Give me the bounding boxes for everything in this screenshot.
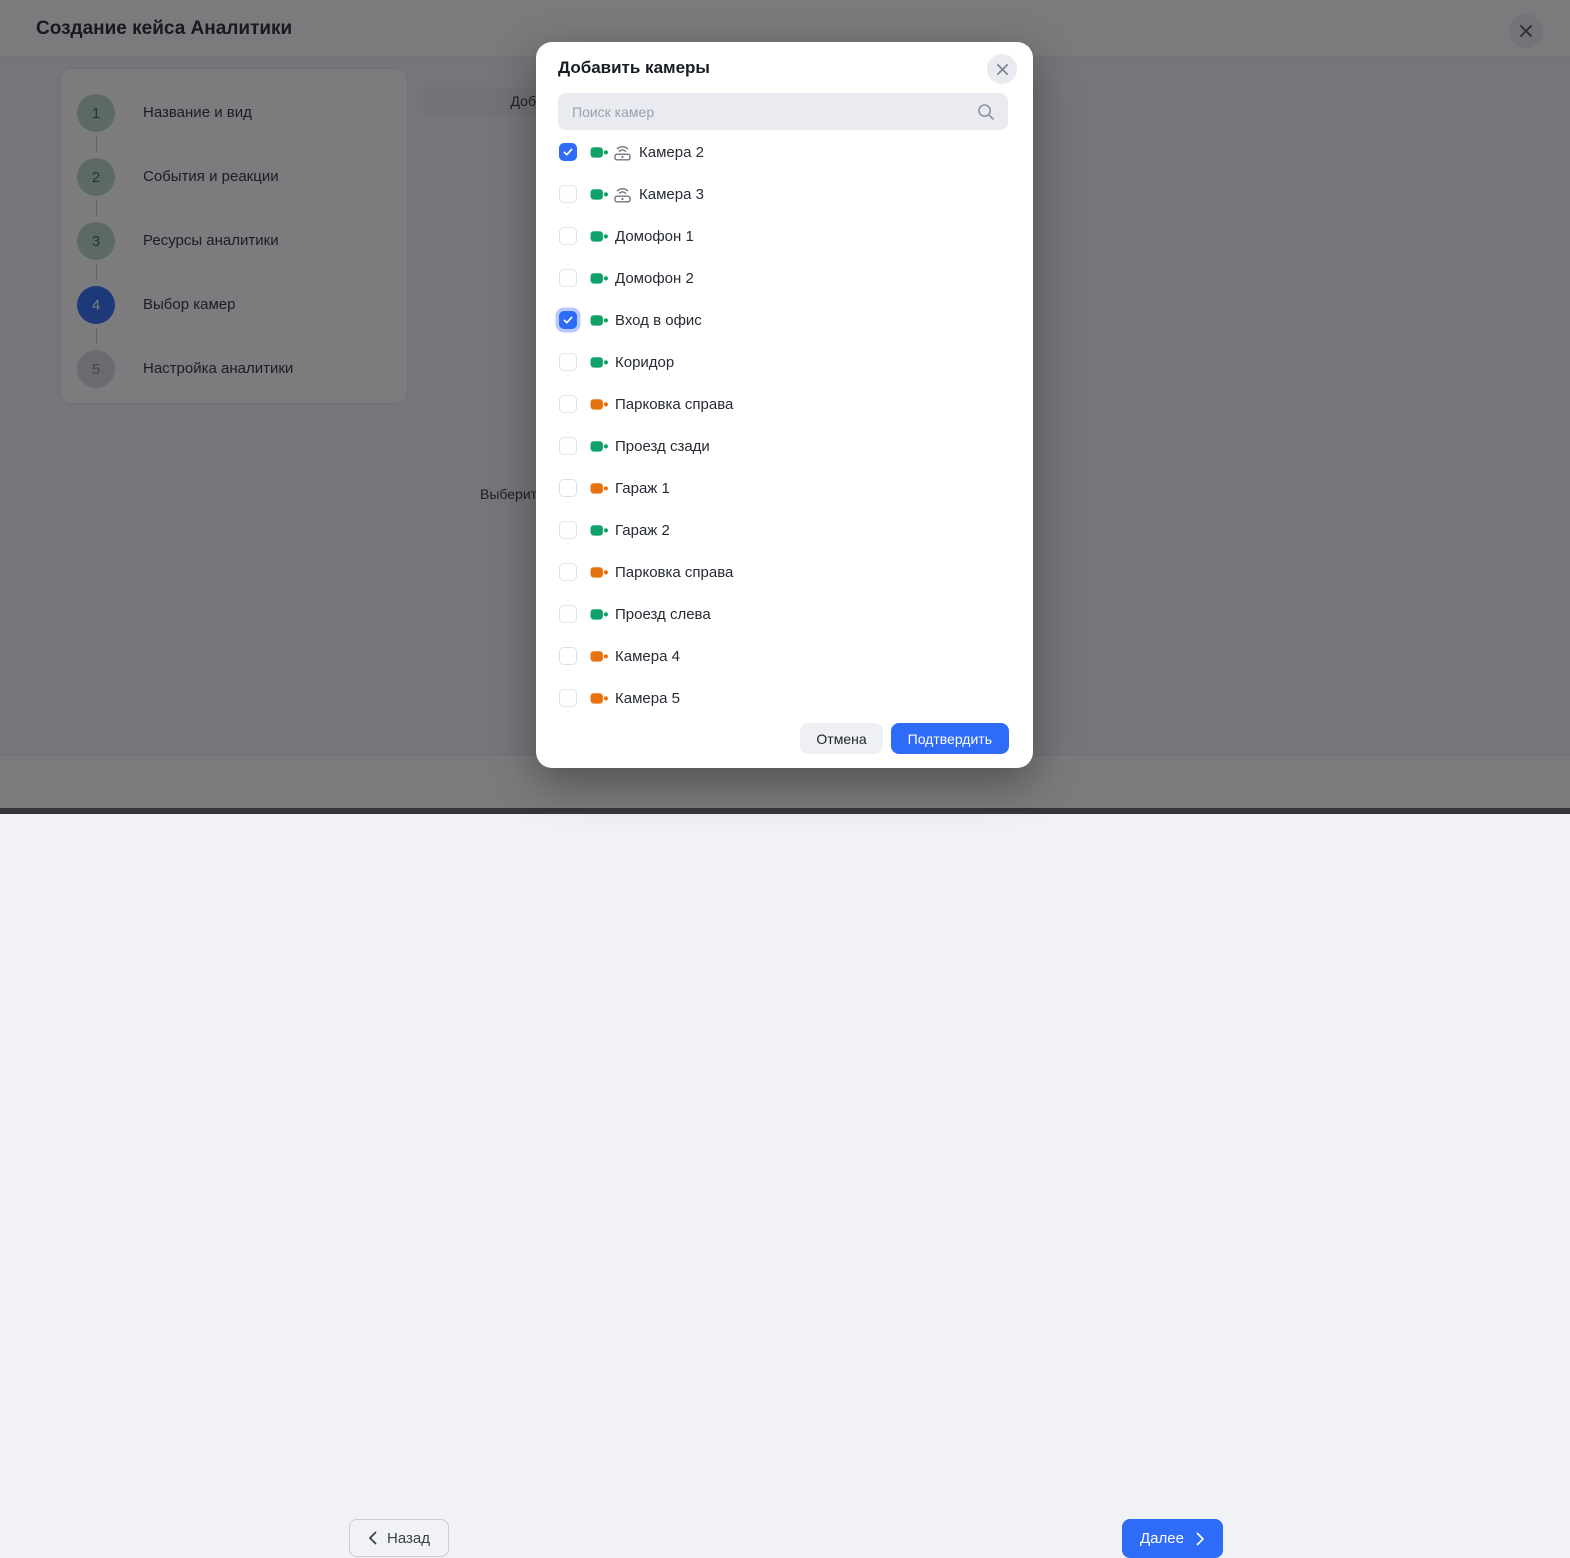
camera-status-icon — [590, 649, 608, 664]
camera-checkbox[interactable] — [559, 437, 577, 455]
camera-name: Парковка справа — [615, 396, 733, 413]
camera-name: Домофон 2 — [615, 270, 694, 287]
camera-list-item[interactable]: Коридор — [536, 341, 1033, 383]
camera-list-item[interactable]: Домофон 1 — [536, 215, 1033, 257]
camera-status-icon — [590, 439, 608, 454]
camera-name: Камера 2 — [639, 144, 704, 161]
camera-status-icon — [590, 229, 608, 244]
camera-list-item[interactable]: Домофон 2 — [536, 257, 1033, 299]
camera-checkbox[interactable] — [559, 647, 577, 665]
cancel-button[interactable]: Отмена — [800, 723, 882, 754]
wireless-device-icon — [613, 186, 632, 203]
camera-status-icon — [590, 481, 608, 496]
modal-close-button[interactable] — [987, 54, 1017, 84]
search-icon — [976, 102, 996, 122]
camera-list-item[interactable]: Камера 4 — [536, 635, 1033, 677]
camera-list-item[interactable]: Парковка справа — [536, 383, 1033, 425]
camera-status-icon — [590, 607, 608, 622]
camera-list-item[interactable]: Гараж 1 — [536, 467, 1033, 509]
camera-checkbox[interactable] — [559, 521, 577, 539]
close-icon — [996, 63, 1009, 76]
camera-status-icon — [590, 355, 608, 370]
camera-list-item[interactable]: Парковка справа — [536, 551, 1033, 593]
camera-status-icon — [590, 271, 608, 286]
camera-checkbox[interactable] — [559, 269, 577, 287]
camera-checkbox[interactable] — [559, 563, 577, 581]
camera-checkbox[interactable] — [559, 479, 577, 497]
camera-checkbox[interactable] — [559, 353, 577, 371]
camera-name: Вход в офис — [615, 312, 702, 329]
camera-status-icon — [590, 565, 608, 580]
camera-checkbox[interactable] — [559, 227, 577, 245]
camera-name: Камера 3 — [639, 186, 704, 203]
camera-checkbox[interactable] — [559, 143, 577, 161]
next-button[interactable]: Далее — [1122, 1519, 1223, 1558]
add-cameras-modal: Добавить камеры Камера 2 — [536, 42, 1033, 768]
camera-checkbox[interactable] — [559, 605, 577, 623]
camera-status-icon — [590, 523, 608, 538]
camera-list: Камера 2 Камера 3 Домофон 1 — [536, 131, 1033, 719]
camera-search — [558, 93, 1008, 130]
camera-checkbox[interactable] — [559, 311, 577, 329]
chevron-left-icon — [368, 1531, 377, 1545]
camera-name: Парковка справа — [615, 564, 733, 581]
camera-list-item[interactable]: Камера 3 — [536, 173, 1033, 215]
camera-status-icon — [590, 145, 608, 160]
camera-name: Коридор — [615, 354, 674, 371]
camera-list-item[interactable]: Гараж 2 — [536, 509, 1033, 551]
camera-name: Камера 5 — [615, 690, 680, 707]
camera-status-icon — [590, 691, 608, 706]
camera-list-item[interactable]: Камера 5 — [536, 677, 1033, 719]
camera-name: Гараж 1 — [615, 480, 670, 497]
chevron-right-icon — [1196, 1532, 1205, 1546]
back-button[interactable]: Назад — [349, 1519, 449, 1557]
camera-name: Проезд сзади — [615, 438, 710, 455]
camera-list-item[interactable]: Проезд слева — [536, 593, 1033, 635]
next-button-label: Далее — [1140, 1530, 1184, 1547]
camera-name: Гараж 2 — [615, 522, 670, 539]
back-button-label: Назад — [387, 1530, 430, 1547]
camera-checkbox[interactable] — [559, 395, 577, 413]
camera-list-item[interactable]: Проезд сзади — [536, 425, 1033, 467]
camera-status-icon — [590, 397, 608, 412]
camera-name: Камера 4 — [615, 648, 680, 665]
modal-footer: Отмена Подтвердить — [536, 723, 1033, 754]
camera-checkbox[interactable] — [559, 689, 577, 707]
camera-status-icon — [590, 187, 608, 202]
camera-list-item[interactable]: Камера 2 — [536, 131, 1033, 173]
camera-checkbox[interactable] — [559, 185, 577, 203]
camera-list-item[interactable]: Вход в офис — [536, 299, 1033, 341]
camera-name: Проезд слева — [615, 606, 711, 623]
camera-status-icon — [590, 313, 608, 328]
camera-search-input[interactable] — [558, 93, 970, 130]
modal-title: Добавить камеры — [558, 58, 710, 78]
wireless-device-icon — [613, 144, 632, 161]
camera-name: Домофон 1 — [615, 228, 694, 245]
confirm-button[interactable]: Подтвердить — [891, 723, 1009, 754]
